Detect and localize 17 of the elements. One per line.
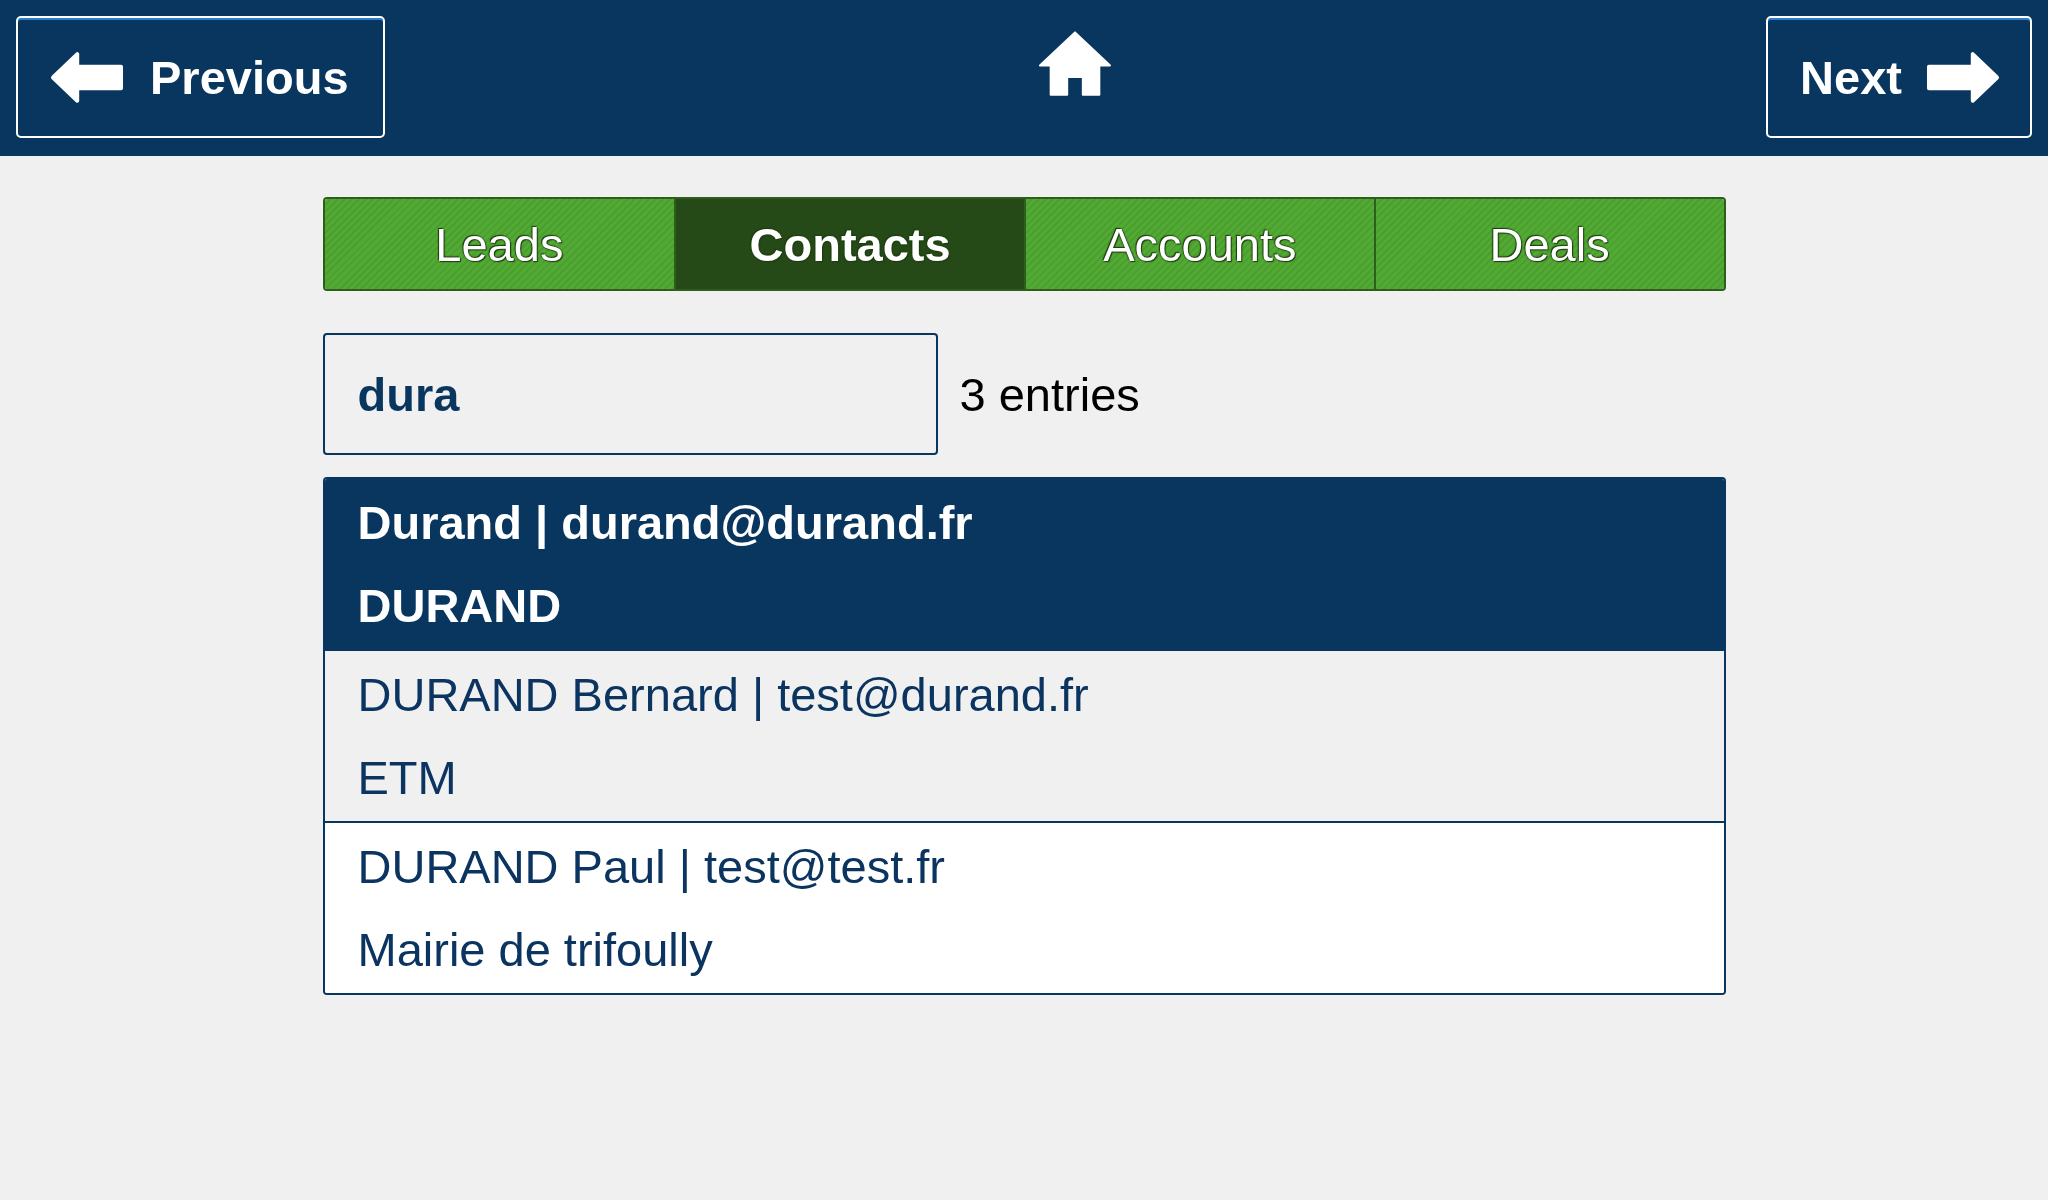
result-row[interactable]: DURAND Bernard | test@durand.fr ETM (324, 649, 1724, 821)
tab[interactable]: Contacts (674, 199, 1024, 289)
next-button[interactable]: Next (1766, 16, 2032, 138)
result-title: Durand | durand@durand.fr (357, 495, 973, 551)
result-title: DURAND Bernard | test@durand.fr (357, 667, 1089, 723)
search-field[interactable]: dura (322, 333, 938, 455)
result-row[interactable]: DURAND Paul | test@test.fr Mairie de trifoully (324, 821, 1724, 993)
result-count: 3 entries (959, 366, 1140, 422)
result-subtitle: Mairie de trifoully (357, 922, 713, 978)
arrow-left-icon (50, 50, 124, 104)
result-subtitle: ETM (357, 750, 457, 806)
previous-button[interactable]: Previous (16, 16, 385, 138)
home-icon[interactable] (1038, 29, 1113, 97)
result-row[interactable]: Durand | durand@durand.fr DURAND (324, 479, 1724, 649)
arrow-right-icon (1926, 50, 2000, 104)
result-subtitle: DURAND (357, 578, 562, 634)
result-title: DURAND Paul | test@test.fr (357, 839, 945, 895)
